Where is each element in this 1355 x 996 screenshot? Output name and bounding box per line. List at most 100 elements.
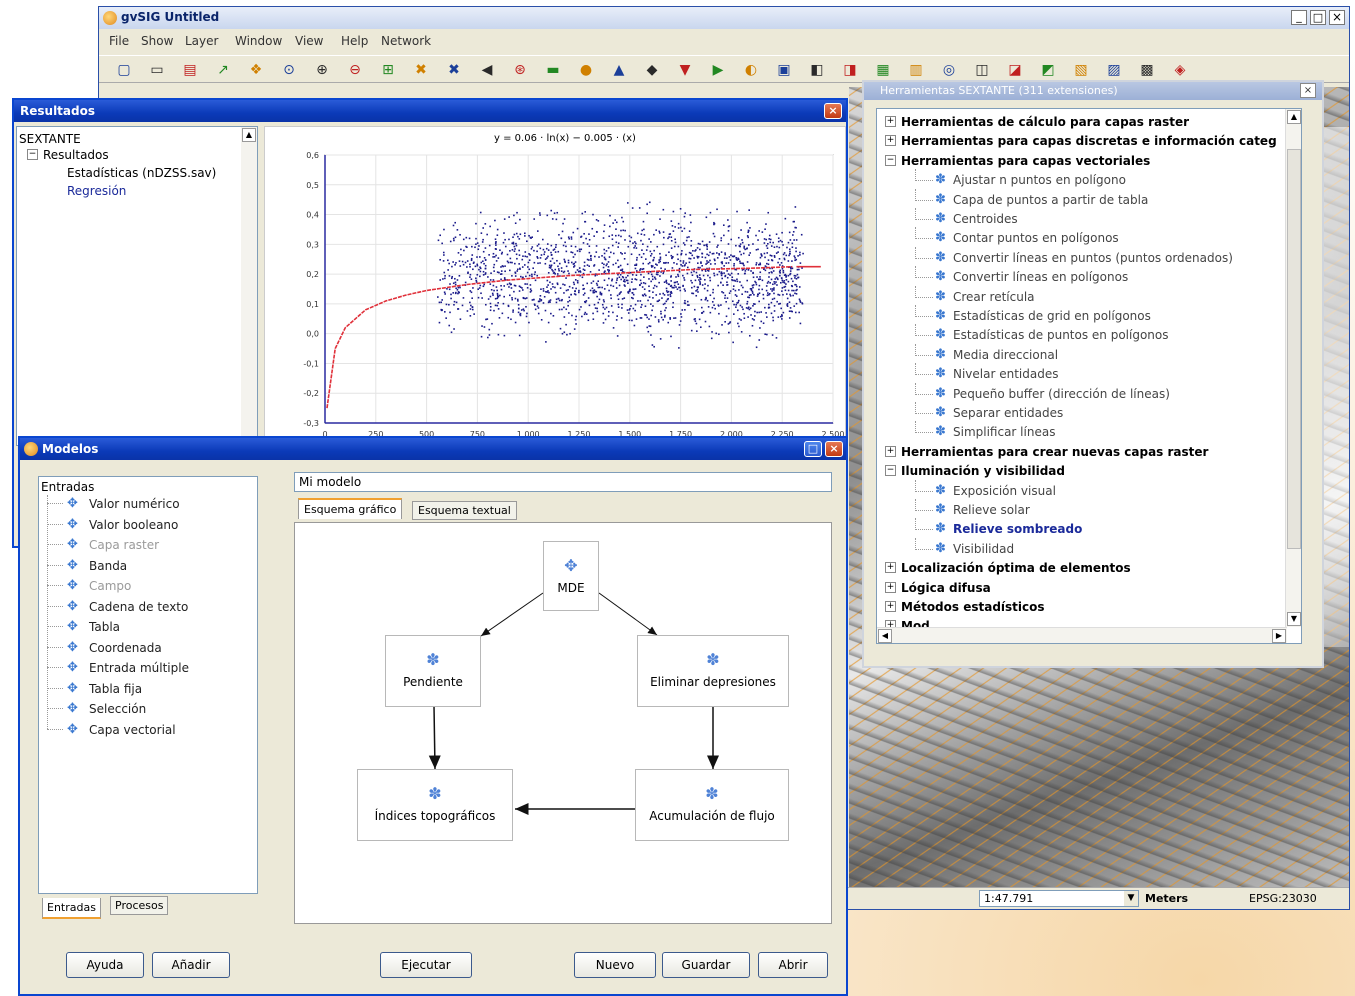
menu-layer[interactable]: Layer bbox=[185, 34, 218, 48]
menu-window[interactable]: Window bbox=[235, 34, 282, 48]
tool-item[interactable]: ✽ Pequeño buffer (dirección de líneas) bbox=[877, 382, 1287, 403]
tool-item[interactable]: ✽ Exposición visual bbox=[877, 479, 1287, 500]
input-type-item[interactable]: ✥ Tabla bbox=[39, 618, 257, 636]
select-icon[interactable]: ▼ bbox=[674, 60, 696, 80]
tool-item[interactable]: ✽ Centroides bbox=[877, 208, 1287, 228]
tool-item[interactable]: ✽ Relieve sombreado bbox=[877, 518, 1287, 538]
tool-group[interactable]: − Iluminación y visibilidad bbox=[877, 462, 1287, 480]
input-type-item[interactable]: ✥ Cadena de texto bbox=[39, 598, 257, 616]
input-type-item[interactable]: ✥ Valor numérico bbox=[39, 495, 257, 513]
select-rect-icon[interactable]: ▶ bbox=[707, 60, 729, 80]
info-icon[interactable]: ⊛ bbox=[509, 60, 531, 80]
input-type-item[interactable]: ✥ Campo bbox=[39, 577, 257, 595]
settings-icon[interactable]: ▩ bbox=[1136, 60, 1158, 80]
tab-procesos[interactable]: Procesos bbox=[110, 896, 169, 915]
tool-item[interactable]: ✽ Simplificar líneas bbox=[877, 421, 1287, 441]
cut-icon[interactable]: ▧ bbox=[1070, 60, 1092, 80]
tool-group[interactable]: − Herramientas para capas vectoriales bbox=[877, 152, 1287, 170]
tree-root-sextante[interactable]: SEXTANTE bbox=[19, 131, 81, 147]
edit-icon[interactable]: ◆ bbox=[641, 60, 663, 80]
tool-item[interactable]: ✽ Nivelar entidades bbox=[877, 363, 1287, 383]
tool-item[interactable]: ✽ Capa de puntos a partir de tabla bbox=[877, 188, 1287, 209]
herramientas-close-button[interactable]: × bbox=[1300, 83, 1316, 98]
tool-group[interactable]: + Herramientas para crear nuevas capas ra… bbox=[877, 443, 1287, 461]
plugin-icon[interactable]: ◈ bbox=[1169, 60, 1191, 80]
tool-item[interactable]: ✽ Estadísticas de puntos en polígonos bbox=[877, 324, 1287, 344]
input-type-item[interactable]: ✥ Coordenada bbox=[39, 639, 257, 657]
ejecutar-button[interactable]: Ejecutar bbox=[380, 952, 472, 978]
zoom-out-icon[interactable]: ⊕ bbox=[311, 60, 333, 80]
scroll-left-icon[interactable]: ◀ bbox=[878, 629, 892, 643]
anadir-button[interactable]: Añadir bbox=[152, 952, 230, 978]
scroll-thumb[interactable] bbox=[1287, 149, 1301, 549]
guardar-button[interactable]: Guardar bbox=[662, 952, 750, 978]
pan-icon[interactable]: ⊞ bbox=[377, 60, 399, 80]
frame-icon[interactable]: ◫ bbox=[971, 60, 993, 80]
zoom-in-icon[interactable]: ⊙ bbox=[278, 60, 300, 80]
zoom-extent-icon[interactable]: ⊖ bbox=[344, 60, 366, 80]
menu-show[interactable]: Show bbox=[141, 34, 173, 48]
tool-group[interactable]: + Métodos estadísticos bbox=[877, 598, 1287, 616]
menu-file[interactable]: File bbox=[109, 34, 129, 48]
expand-icon[interactable]: + bbox=[885, 581, 896, 593]
layout-icon[interactable]: ◧ bbox=[806, 60, 828, 80]
tool-item[interactable]: ✽ Relieve solar bbox=[877, 499, 1287, 519]
tools-icon[interactable]: ▨ bbox=[1103, 60, 1125, 80]
scroll-right-icon[interactable]: ▶ bbox=[1272, 629, 1286, 643]
scroll-up-icon[interactable]: ▲ bbox=[1287, 110, 1301, 124]
tree-expander-icon[interactable]: − bbox=[27, 149, 38, 160]
node-acumulacion-flujo[interactable]: ✽ Acumulación de flujo bbox=[635, 769, 789, 841]
node-eliminar-depresiones[interactable]: ✽ Eliminar depresiones bbox=[637, 635, 789, 707]
input-type-item[interactable]: ✥ Valor booleano bbox=[39, 516, 257, 534]
tree-vscrollbar[interactable]: ▲ ▼ bbox=[1285, 109, 1301, 627]
graph-canvas[interactable]: ✥ MDE ✽ Pendiente ✽ Eliminar depresiones… bbox=[294, 522, 832, 924]
tool-item[interactable]: ✽ Convertir líneas en puntos (puntos orde… bbox=[877, 246, 1287, 267]
expand-icon[interactable]: + bbox=[885, 562, 896, 574]
input-type-item[interactable]: ✥ Selección bbox=[39, 700, 257, 718]
modelos-maximize-button[interactable]: □ bbox=[804, 441, 822, 457]
open-icon[interactable]: ▭ bbox=[146, 60, 168, 80]
cancel-icon[interactable]: ✖ bbox=[443, 60, 465, 80]
tool-item[interactable]: ✽ Contar puntos en polígonos bbox=[877, 227, 1287, 247]
tree-group-resultados[interactable]: Resultados bbox=[43, 147, 109, 163]
tool-item[interactable]: ✽ Estadísticas de grid en polígonos bbox=[877, 305, 1287, 325]
node-indices-topograficos[interactable]: ✽ Índices topográficos bbox=[357, 769, 513, 841]
menu-view[interactable]: View bbox=[295, 34, 323, 48]
menu-network[interactable]: Network bbox=[381, 34, 431, 48]
menu-help[interactable]: Help bbox=[341, 34, 368, 48]
tab-entradas[interactable]: Entradas bbox=[42, 898, 101, 919]
nuevo-button[interactable]: Nuevo bbox=[574, 952, 656, 978]
tool-group[interactable]: + Localización óptima de elementos bbox=[877, 559, 1287, 577]
expand-icon[interactable]: + bbox=[885, 116, 896, 127]
scale-dropdown-icon[interactable]: ▼ bbox=[1124, 891, 1138, 906]
clear-icon[interactable]: ✖ bbox=[410, 60, 432, 80]
node-mde[interactable]: ✥ MDE bbox=[543, 541, 599, 611]
input-type-item[interactable]: ✥ Tabla fija bbox=[39, 680, 257, 698]
tool-item[interactable]: ✽ Separar entidades bbox=[877, 402, 1287, 422]
legend-icon[interactable]: ▥ bbox=[905, 60, 927, 80]
copy-icon[interactable]: ◪ bbox=[1004, 60, 1026, 80]
tree-hscrollbar[interactable]: ◀ ▶ bbox=[877, 627, 1287, 643]
node-pendiente[interactable]: ✽ Pendiente bbox=[385, 635, 481, 707]
expand-icon[interactable]: + bbox=[885, 445, 896, 457]
input-type-item[interactable]: ✥ Banda bbox=[39, 557, 257, 575]
close-button[interactable]: × bbox=[1329, 10, 1345, 25]
tab-esquema-grafico[interactable]: Esquema gráfico bbox=[298, 498, 403, 519]
layers-icon[interactable]: ❖ bbox=[245, 60, 267, 80]
grid-icon[interactable]: ▦ bbox=[872, 60, 894, 80]
collapse-icon[interactable]: − bbox=[885, 465, 896, 477]
abrir-button[interactable]: Abrir bbox=[758, 952, 828, 978]
graph-icon[interactable]: ◐ bbox=[740, 60, 762, 80]
back-icon[interactable]: ◀ bbox=[476, 60, 498, 80]
scroll-up-icon[interactable]: ▲ bbox=[242, 128, 256, 142]
input-type-item[interactable]: ✥ Capa vectorial bbox=[39, 721, 257, 739]
scale-field[interactable]: 1:47.791 ▼ bbox=[979, 890, 1139, 907]
results-tree-scrollbar[interactable]: ▲ bbox=[241, 127, 257, 445]
resultados-close-button[interactable]: × bbox=[824, 103, 842, 119]
tab-esquema-textual[interactable]: Esquema textual bbox=[412, 501, 517, 520]
expand-icon[interactable]: + bbox=[885, 601, 896, 612]
maximize-button[interactable]: □ bbox=[1310, 10, 1326, 25]
minimize-button[interactable]: _ bbox=[1291, 10, 1307, 25]
tool-item[interactable]: ✽ Crear retícula bbox=[877, 285, 1287, 306]
ayuda-button[interactable]: Ayuda bbox=[66, 952, 144, 978]
